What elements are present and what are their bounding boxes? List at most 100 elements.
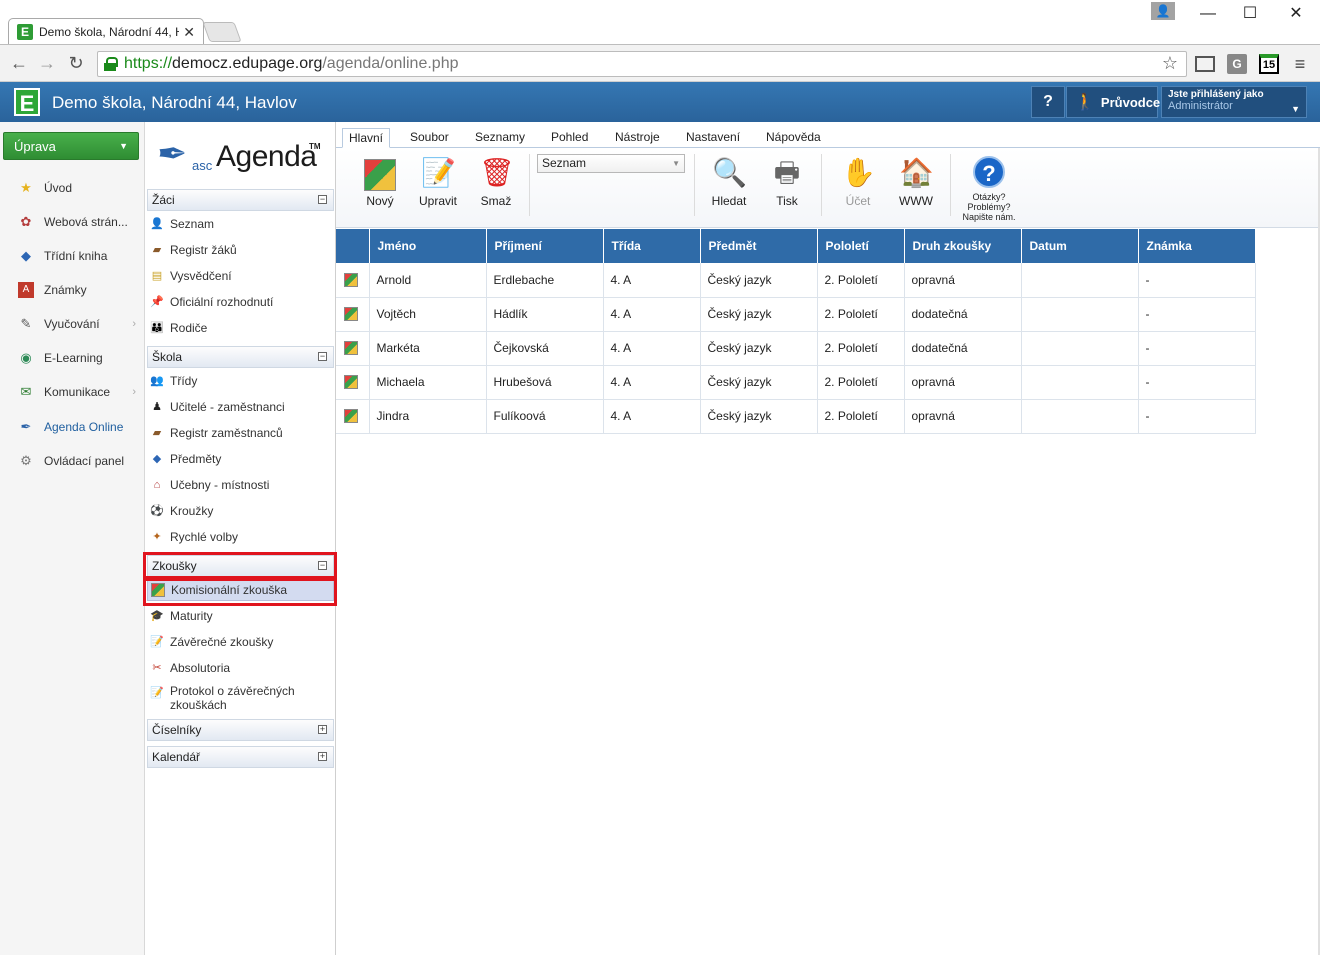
tab-seznamy[interactable]: Seznamy [469, 128, 531, 148]
section-ciselniky[interactable]: Číselníky + [147, 719, 334, 741]
tab-nastroje[interactable]: Nástroje [609, 128, 666, 148]
browser-menu-icon[interactable]: ≡ [1291, 54, 1309, 74]
account-button[interactable]: ✋ Účet [830, 156, 886, 212]
section-zaci[interactable]: Žáci − [147, 189, 334, 211]
tab-nastaveni[interactable]: Nastavení [680, 128, 746, 148]
column-header-jmeno[interactable]: Jméno [369, 229, 487, 263]
column-header-druh-zkousky[interactable]: Druh zkoušky [904, 229, 1022, 263]
view-select[interactable]: Seznam ▼ [537, 154, 685, 173]
print-button[interactable]: 🖶 Tisk [759, 156, 815, 212]
collapse-icon[interactable]: − [318, 195, 327, 204]
help-text-line: Napište nám. [962, 212, 1016, 222]
agenda-item-registr-zaku[interactable]: ▰ Registr žáků [147, 238, 334, 262]
cell-prijmeni: Erdlebache [486, 263, 604, 298]
tab-hlavni[interactable]: Hlavní [342, 128, 391, 148]
sidebar-item-e-learning[interactable]: ◉ E-Learning [0, 343, 144, 373]
sidebar-item-webova-stranka[interactable]: ✿ Webová strán... [0, 207, 144, 237]
tab-pohled[interactable]: Pohled [545, 128, 594, 148]
cell-datum [1021, 365, 1139, 400]
window-close-button[interactable]: ✕ [1281, 4, 1311, 24]
cell-pololeti: 2. Pololetí [817, 399, 905, 434]
tab-napoveda[interactable]: Nápověda [760, 128, 827, 148]
tab-soubor[interactable]: Soubor [404, 128, 455, 148]
search-button[interactable]: 🔍 Hledat [701, 156, 757, 212]
www-button[interactable]: 🏠 WWW [888, 156, 944, 212]
edupage-logo-icon[interactable]: E [14, 88, 40, 116]
agenda-item-oficialni-rozhodnuti[interactable]: 📌 Oficiální rozhodnutí [147, 290, 334, 314]
edit-button[interactable]: 📝 Upravit [410, 156, 466, 212]
new-button[interactable]: Nový [352, 156, 408, 212]
extension-g-icon[interactable]: G [1227, 54, 1247, 74]
column-header-pololeti[interactable]: Pololetí [817, 229, 905, 263]
sidebar-item-ovladaci-panel[interactable]: ⚙ Ovládací panel [0, 446, 144, 476]
walking-person-icon: 🚶 [1075, 94, 1095, 111]
user-menu[interactable]: Jste přihlášený jako Administrátor ▼ [1161, 86, 1307, 118]
column-header-trida[interactable]: Třída [603, 229, 701, 263]
cell-jmeno: Markéta [369, 331, 487, 366]
sidebar-item-vyucovani[interactable]: ✎ Vyučování › [0, 309, 144, 339]
calendar-extension-icon[interactable]: 15 [1259, 54, 1279, 74]
exam-grid-icon [344, 375, 358, 390]
user-profile-icon[interactable]: 👤 [1151, 2, 1175, 20]
agenda-item-rodice[interactable]: 👪 Rodiče [147, 316, 334, 340]
agenda-item-seznam[interactable]: 👤 Seznam [147, 212, 334, 236]
sidebar-item-agenda-online[interactable]: ✒ Agenda Online [0, 412, 144, 442]
exam-table: Jméno Příjmení Třída Předmět Pololetí Dr… [336, 229, 1256, 434]
agenda-item-ucebny[interactable]: ⌂ Učebny - místnosti [147, 473, 334, 497]
ribbon-toolbar: Nový 📝 Upravit 🗑 Smaž Seznam ▼ 🔍 Hledat … [336, 148, 1320, 228]
sidebar-item-tridni-kniha[interactable]: ◆ Třídní kniha [0, 241, 144, 271]
agenda-item-tridy[interactable]: 👥 Třídy [147, 369, 334, 393]
agenda-item-vysvedceni[interactable]: ▤ Vysvědčení [147, 264, 334, 288]
agenda-item-krouzky[interactable]: ⚽ Kroužky [147, 499, 334, 523]
table-row[interactable]: Vojtěch Hádlík 4. A Český jazyk 2. Polol… [336, 297, 1256, 332]
section-kalendar[interactable]: Kalendář + [147, 746, 334, 768]
agenda-item-ucitele[interactable]: ♟ Učitelé - zaměstnanci [147, 395, 334, 419]
cast-icon[interactable] [1195, 56, 1215, 72]
agenda-item-absolutoria[interactable]: ✂ Absolutoria [147, 656, 334, 680]
edit-dropdown-button[interactable]: Úprava ▼ [3, 132, 139, 160]
control-panel-icon: ⚙ [20, 453, 32, 468]
chevron-down-icon: ▼ [672, 159, 680, 168]
back-arrow-icon[interactable]: ← [8, 52, 30, 74]
column-header-predmet[interactable]: Předmět [700, 229, 818, 263]
sidebar-item-znamky[interactable]: A Známky [0, 275, 144, 305]
address-bar[interactable]: https://democz.edupage.org/agenda/online… [97, 51, 1187, 77]
help-button[interactable]: ? [1031, 86, 1065, 118]
section-skola[interactable]: Škola − [147, 346, 334, 368]
contact-help-button[interactable]: ? Otázky? Problémy? Napište nám. [958, 156, 1020, 222]
certificate-icon: ▤ [151, 270, 163, 282]
column-header-prijmeni[interactable]: Příjmení [486, 229, 604, 263]
table-row[interactable]: Jindra Fulíkoová 4. A Český jazyk 2. Pol… [336, 399, 1256, 434]
table-row[interactable]: Michaela Hrubešová 4. A Český jazyk 2. P… [336, 365, 1256, 400]
new-tab-button[interactable] [202, 22, 242, 42]
edit-pencil-icon: 📝 [421, 157, 456, 188]
window-maximize-button[interactable]: ☐ [1235, 4, 1265, 24]
expand-icon[interactable]: + [318, 725, 327, 734]
tab-close-icon[interactable]: ✕ [183, 24, 195, 41]
magnifier-icon: 🔍 [712, 157, 747, 188]
browser-tab[interactable]: E Demo škola, Národní 44, H ✕ [8, 18, 204, 45]
new-button-label: Nový [366, 194, 394, 208]
cell-predmet: Český jazyk [700, 365, 818, 400]
collapse-icon[interactable]: − [318, 352, 327, 361]
window-minimize-button[interactable]: — [1193, 4, 1223, 24]
agenda-item-rychle-volby[interactable]: ✦ Rychlé volby [147, 525, 334, 549]
agenda-item-zaverecne-zkousky[interactable]: 📝 Závěrečné zkoušky [147, 630, 334, 654]
reload-icon[interactable]: ↻ [65, 52, 87, 74]
search-button-label: Hledat [711, 194, 747, 208]
sidebar-item-komunikace[interactable]: ✉ Komunikace › [0, 377, 144, 407]
expand-icon[interactable]: + [318, 752, 327, 761]
column-header-znamka[interactable]: Známka [1138, 229, 1256, 263]
sidebar-item-uvod[interactable]: ★ Úvod [0, 173, 144, 203]
agenda-item-protokol[interactable]: 📝 Protokol o závěrečných zkouškách [147, 684, 334, 714]
column-header-datum[interactable]: Datum [1021, 229, 1139, 263]
agenda-item-predmety[interactable]: ◆ Předměty [147, 447, 334, 471]
agenda-item-maturity[interactable]: 🎓 Maturity [147, 604, 334, 628]
table-row[interactable]: Arnold Erdlebache 4. A Český jazyk 2. Po… [336, 263, 1256, 298]
delete-button[interactable]: 🗑 Smaž [468, 156, 524, 212]
forward-arrow-icon[interactable]: → [36, 52, 58, 74]
guide-button[interactable]: 🚶 Průvodce [1066, 86, 1160, 118]
agenda-item-registr-zamestnancu[interactable]: ▰ Registr zaměstnanců [147, 421, 334, 445]
bookmark-star-icon[interactable]: ☆ [1162, 53, 1178, 74]
table-row[interactable]: Markéta Čejkovská 4. A Český jazyk 2. Po… [336, 331, 1256, 366]
